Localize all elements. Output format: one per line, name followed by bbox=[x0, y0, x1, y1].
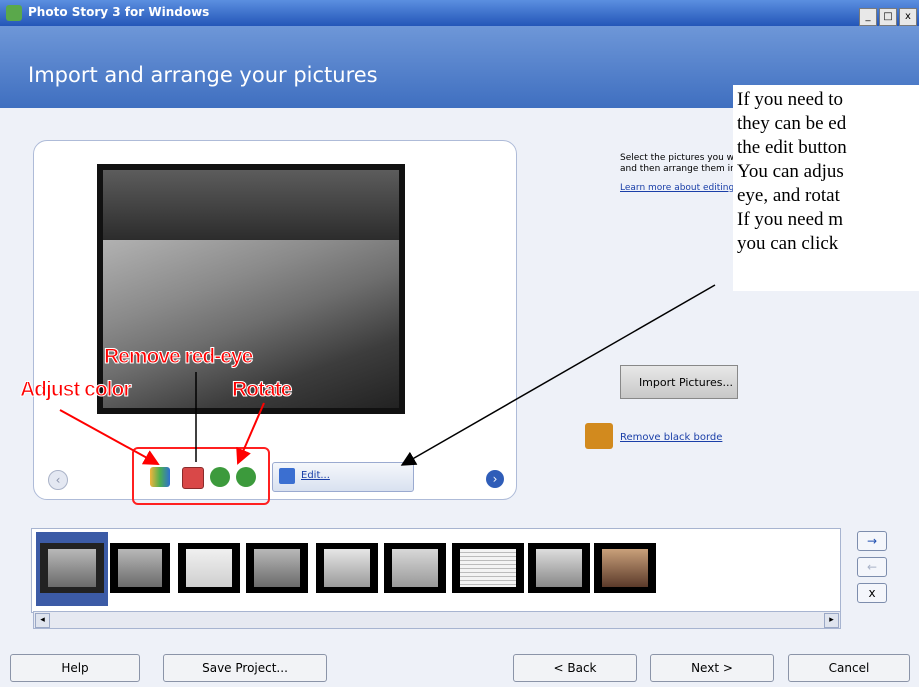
thumbnail[interactable] bbox=[594, 543, 656, 593]
move-left-button[interactable]: ← bbox=[857, 557, 887, 577]
callout-line: you can click bbox=[737, 233, 839, 254]
scroll-left-icon[interactable]: ◂ bbox=[35, 613, 50, 628]
remove-black-borders-link[interactable]: Remove black borde bbox=[620, 432, 722, 443]
next-button[interactable]: Next > bbox=[650, 654, 774, 682]
callout-line: they can be ed bbox=[737, 113, 847, 134]
thumbnail[interactable] bbox=[384, 543, 446, 593]
filmstrip-scrollbar[interactable]: ◂ ▸ bbox=[33, 611, 841, 629]
remove-black-borders-icon[interactable] bbox=[585, 423, 613, 449]
callout-line: eye, and rotat bbox=[737, 185, 840, 206]
callout-line: the edit button bbox=[737, 137, 847, 158]
thumbnail[interactable] bbox=[246, 543, 308, 593]
cancel-button[interactable]: Cancel bbox=[788, 654, 910, 682]
arrow-rotate bbox=[236, 402, 265, 465]
filmstrip bbox=[31, 528, 841, 613]
callout-line: If you need m bbox=[737, 209, 844, 230]
callout-line: You can adjus bbox=[737, 161, 844, 182]
callout-text-box: If you need to they can be ed the edit b… bbox=[733, 85, 919, 291]
arrow-adjust-color bbox=[59, 409, 160, 465]
import-pictures-button[interactable]: Import Pictures... bbox=[620, 365, 738, 399]
callout-line: If you need to bbox=[737, 89, 844, 110]
thumbnail[interactable] bbox=[528, 543, 590, 593]
back-button[interactable]: < Back bbox=[513, 654, 637, 682]
thumbnail[interactable] bbox=[40, 543, 104, 593]
app-window: Photo Story 3 for Windows _ □ x Import and… bbox=[0, 0, 919, 687]
delete-picture-button[interactable]: x bbox=[857, 583, 887, 603]
thumbnail[interactable] bbox=[452, 543, 524, 593]
save-project-button[interactable]: Save Project... bbox=[163, 654, 327, 682]
scroll-right-icon[interactable]: ▸ bbox=[824, 613, 839, 628]
thumbnail[interactable] bbox=[110, 543, 170, 593]
thumbnail[interactable] bbox=[178, 543, 240, 593]
help-button[interactable]: Help bbox=[10, 654, 140, 682]
thumbnail[interactable] bbox=[316, 543, 378, 593]
move-right-button[interactable]: → bbox=[857, 531, 887, 551]
